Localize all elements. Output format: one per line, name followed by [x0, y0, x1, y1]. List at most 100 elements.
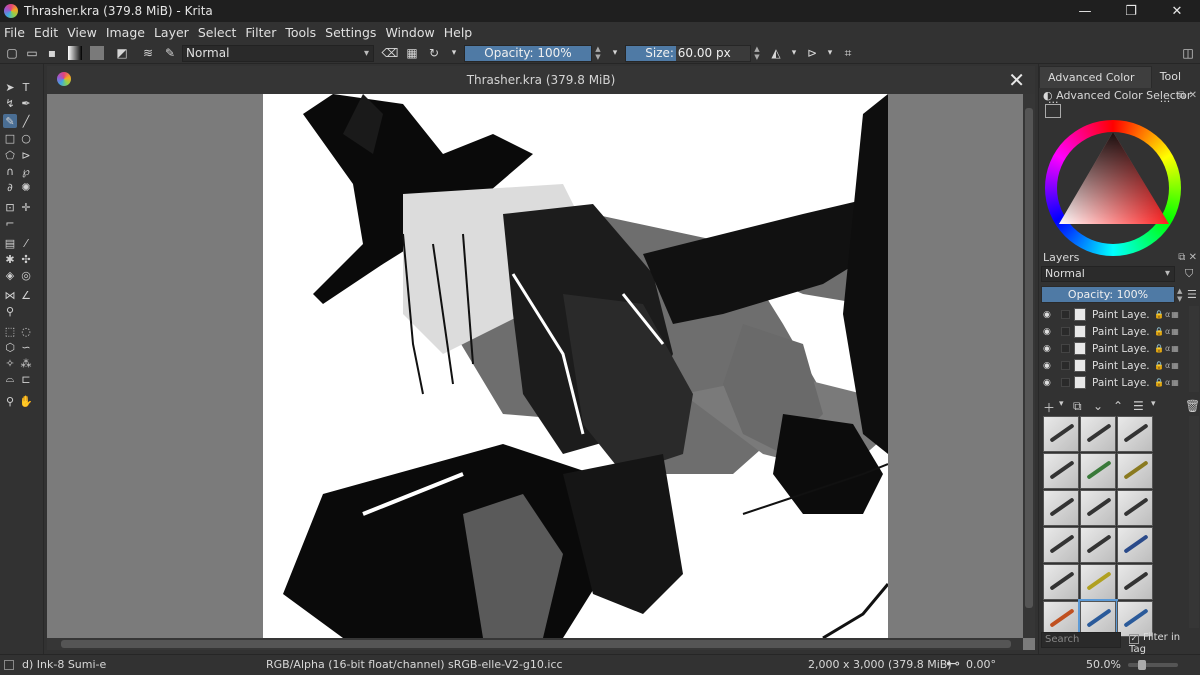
menu-settings[interactable]: Settings: [325, 25, 376, 40]
freehand-path-icon[interactable]: ℘: [19, 164, 33, 178]
color-picker-icon[interactable]: ⁄: [19, 236, 33, 250]
layer-blend-mode-select[interactable]: Normal: [1041, 266, 1175, 282]
filter-in-tag-checkbox[interactable]: ✓ Filter in Tag: [1129, 632, 1200, 655]
brush-preset[interactable]: [1117, 564, 1153, 600]
blend-mode-select[interactable]: Normal: [182, 45, 374, 62]
layer-properties-icon[interactable]: ☰: [1133, 399, 1144, 413]
smart-patch-icon[interactable]: ✣: [19, 252, 33, 266]
open-folder-icon[interactable]: ▭: [24, 45, 40, 61]
zoom-tool-icon[interactable]: ⚲: [3, 394, 17, 408]
brush-preset[interactable]: [1080, 564, 1116, 600]
brush-search-input[interactable]: Search: [1041, 632, 1121, 648]
zoom-label[interactable]: 50.0%: [1086, 658, 1121, 671]
close-window-button[interactable]: ✕: [1154, 0, 1200, 22]
color-wheel[interactable]: [1045, 120, 1181, 256]
mirror-v-dropdown-icon[interactable]: ▾: [822, 45, 838, 61]
reload-dropdown-icon[interactable]: ▾: [446, 45, 462, 61]
calligraphy-icon[interactable]: ✒: [19, 96, 33, 110]
polygon-select-icon[interactable]: ⬡: [3, 340, 17, 354]
menu-filter[interactable]: Filter: [245, 25, 276, 40]
minimize-button[interactable]: —: [1062, 0, 1108, 22]
checkbox-icon[interactable]: ✓: [1129, 634, 1139, 644]
layer-flags-icon[interactable]: 🔒α▦: [1154, 327, 1180, 336]
add-layer-dropdown-icon[interactable]: ▾: [1059, 399, 1064, 409]
rect-select-icon[interactable]: ⬚: [3, 324, 17, 338]
pattern-icon[interactable]: [90, 46, 104, 60]
dynamic-brush-icon[interactable]: ∂: [3, 180, 17, 194]
rectangle-tool-icon[interactable]: □: [3, 131, 17, 145]
crop-tool-icon[interactable]: ⌐: [3, 216, 17, 230]
layer-flags-icon[interactable]: 🔒α▦: [1154, 310, 1180, 319]
brush-settings-icon[interactable]: ≋: [140, 45, 156, 61]
color-triangle[interactable]: [1045, 120, 1181, 256]
move-tool-icon[interactable]: ✛: [19, 200, 33, 214]
layer-flags-icon[interactable]: 🔒α▦: [1154, 378, 1180, 387]
maximize-button[interactable]: ❐: [1108, 0, 1154, 22]
rotation-icon[interactable]: ⊷: [946, 656, 960, 672]
zoom-slider[interactable]: [1128, 660, 1178, 670]
mirror-h-dropdown-icon[interactable]: ▾: [786, 45, 802, 61]
delete-layer-icon[interactable]: 🗑: [1185, 399, 1200, 413]
new-document-icon[interactable]: ▢: [4, 45, 20, 61]
tab-advanced-color[interactable]: Advanced Color ...: [1039, 66, 1152, 106]
layer-flags-icon[interactable]: 🔒α▦: [1154, 361, 1180, 370]
rotation-label[interactable]: 0.00°: [966, 658, 996, 671]
eraser-mode-icon[interactable]: ⌫: [382, 45, 399, 61]
gradient-tool-icon[interactable]: ▤: [3, 236, 17, 250]
size-spin-icon[interactable]: ▲ ▼: [752, 45, 762, 62]
brush-preset[interactable]: [1080, 490, 1116, 526]
save-icon[interactable]: ▪: [44, 45, 60, 61]
brush-preset[interactable]: [1080, 416, 1116, 452]
menu-select[interactable]: Select: [198, 25, 237, 40]
freehand-select-icon[interactable]: ∽: [19, 340, 33, 354]
add-layer-icon[interactable]: ＋: [1043, 399, 1055, 416]
ellipse-select-icon[interactable]: ◌: [19, 324, 33, 338]
wrap-around-icon[interactable]: ⌗: [840, 45, 856, 61]
mirror-vertical-icon[interactable]: ⊳: [804, 45, 820, 61]
menu-edit[interactable]: Edit: [34, 25, 58, 40]
visibility-eye-icon[interactable]: ◉: [1043, 327, 1055, 337]
visibility-eye-icon[interactable]: ◉: [1043, 344, 1055, 354]
brush-preset[interactable]: [1043, 564, 1079, 600]
brush-preset[interactable]: [1117, 453, 1153, 489]
menu-view[interactable]: View: [67, 25, 97, 40]
tab-tool-options[interactable]: Tool ...: [1152, 66, 1200, 105]
magnetic-select-icon[interactable]: ⊏: [19, 372, 33, 386]
text-tool-icon[interactable]: T: [19, 80, 33, 94]
layer-options-icon[interactable]: ☰: [1187, 288, 1197, 301]
opacity-dropdown-icon[interactable]: ▾: [607, 45, 623, 61]
visibility-eye-icon[interactable]: ◉: [1043, 361, 1055, 371]
brush-preset[interactable]: [1043, 453, 1079, 489]
assistant-tool-icon[interactable]: ⋈: [3, 288, 17, 302]
contiguous-select-icon[interactable]: ✧: [3, 356, 17, 370]
visibility-eye-icon[interactable]: ◉: [1043, 310, 1055, 320]
layer-row[interactable]: ◉ Paint Laye... 🔒α▦: [1039, 306, 1187, 323]
polyline-tool-icon[interactable]: ⊳: [19, 148, 33, 162]
alpha-lock-icon[interactable]: ▦: [404, 45, 420, 61]
reload-preset-icon[interactable]: ↻: [426, 45, 442, 61]
layer-row[interactable]: ◉ Paint Laye... 🔒α▦: [1039, 357, 1187, 374]
menu-window[interactable]: Window: [385, 25, 434, 40]
opacity-slider[interactable]: Opacity: 100%: [464, 45, 592, 62]
bezier-tool-icon[interactable]: ∩: [3, 164, 17, 178]
gradient-icon[interactable]: [68, 46, 82, 60]
polygon-tool-icon[interactable]: ⬠: [3, 148, 17, 162]
select-shape-icon[interactable]: ➤: [3, 80, 17, 94]
brush-preset[interactable]: [1043, 416, 1079, 452]
canvas-vertical-scrollbar[interactable]: [1023, 94, 1035, 638]
properties-dropdown-icon[interactable]: ▾: [1151, 399, 1156, 409]
layer-opacity-slider[interactable]: Opacity: 100%: [1041, 286, 1175, 303]
menu-layer[interactable]: Layer: [154, 25, 189, 40]
layers-float-close-icons[interactable]: ⧉ ✕: [1178, 250, 1197, 266]
canvas-horizontal-scrollbar[interactable]: [47, 638, 1023, 650]
line-tool-icon[interactable]: ╱: [19, 114, 33, 128]
brush-preset[interactable]: [1043, 490, 1079, 526]
layer-row[interactable]: ◉ Paint Laye... 🔒α▦: [1039, 374, 1187, 391]
drawing-canvas[interactable]: [263, 94, 888, 638]
layer-row[interactable]: ◉ Paint Laye... 🔒α▦: [1039, 340, 1187, 357]
layer-filter-icon[interactable]: ⛉: [1185, 267, 1193, 281]
size-slider[interactable]: Size: 60.00 px: [625, 45, 751, 62]
reference-tool-icon[interactable]: ⚲: [3, 304, 17, 318]
panel-float-close-icons[interactable]: ⧉ ✕: [1178, 88, 1197, 104]
brush-preset[interactable]: [1117, 416, 1153, 452]
